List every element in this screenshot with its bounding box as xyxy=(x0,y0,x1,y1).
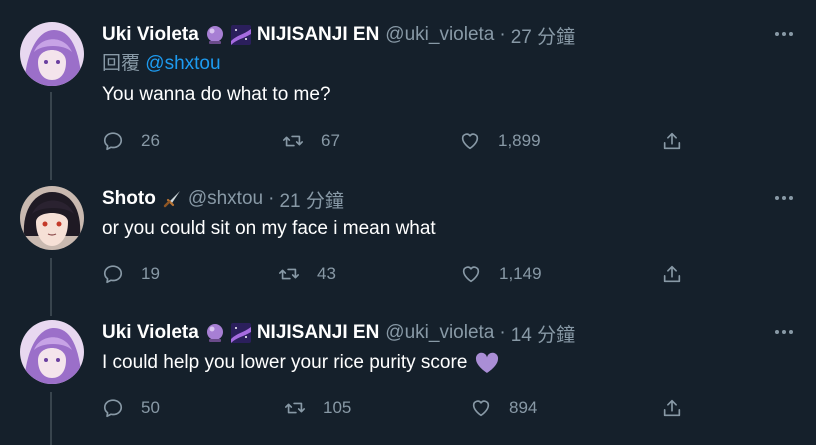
reply-button[interactable]: 50 xyxy=(102,395,160,421)
crystal-ball-icon xyxy=(205,323,225,343)
avatar[interactable] xyxy=(20,320,84,384)
retweet-icon xyxy=(278,263,300,285)
retweet-count: 67 xyxy=(321,131,340,150)
reply-count: 19 xyxy=(141,264,160,283)
thread-line xyxy=(50,258,52,316)
user-handle[interactable]: @shxtou xyxy=(188,188,263,210)
retweet-count: 105 xyxy=(323,398,352,417)
tweet-text: or you could sit on my face i mean what xyxy=(102,218,436,239)
share-button[interactable] xyxy=(661,128,683,154)
reply-mention-link[interactable]: @shxtou xyxy=(145,53,220,74)
more-options-button[interactable] xyxy=(772,322,796,342)
tweet-text-body: I could help you lower your rice purity … xyxy=(102,352,468,373)
like-button[interactable]: 1,899 xyxy=(459,128,541,154)
share-icon xyxy=(661,397,683,419)
share-button[interactable] xyxy=(661,261,683,287)
tweet-header: Uki Violeta NIJISANJI EN @uki_violeta · … xyxy=(102,320,756,346)
thread-line xyxy=(50,392,52,445)
like-count: 894 xyxy=(509,398,538,417)
reply-prefix: 回覆 xyxy=(102,53,141,74)
like-button[interactable]: 894 xyxy=(470,395,537,421)
display-name[interactable]: Uki Violeta xyxy=(102,24,199,46)
reply-button[interactable]: 26 xyxy=(102,128,160,154)
reply-button[interactable]: 19 xyxy=(102,261,160,287)
reply-icon xyxy=(102,130,124,152)
more-options-button[interactable] xyxy=(772,188,796,208)
heart-icon xyxy=(470,397,492,419)
like-button[interactable]: 1,149 xyxy=(460,261,542,287)
tweet-actions: 50 105 894 xyxy=(102,395,722,421)
timestamp[interactable]: 14 分鐘 xyxy=(511,320,575,347)
more-icon xyxy=(775,196,793,200)
reply-count: 26 xyxy=(141,131,160,150)
retweet-button[interactable]: 105 xyxy=(284,395,351,421)
retweet-icon xyxy=(284,397,306,419)
tweet-text: I could help you lower your rice purity … xyxy=(102,350,756,376)
share-button[interactable] xyxy=(661,395,683,421)
separator-dot: · xyxy=(268,188,275,209)
tweet-actions: 19 43 1,149 xyxy=(102,261,722,287)
tweet-actions: 26 67 1,899 xyxy=(102,128,722,154)
user-handle[interactable]: @uki_violeta xyxy=(385,322,494,344)
heart-icon xyxy=(460,263,482,285)
reply-context: 回覆 @shxtou xyxy=(102,52,756,76)
retweet-button[interactable]: 43 xyxy=(278,261,336,287)
timestamp[interactable]: 21 分鐘 xyxy=(279,186,343,213)
tweet-text: You wanna do what to me? xyxy=(102,84,331,105)
dagger-icon xyxy=(162,189,182,209)
separator-dot: · xyxy=(499,322,506,343)
affiliation-label: NIJISANJI EN xyxy=(256,322,380,343)
share-icon xyxy=(661,130,683,152)
timestamp[interactable]: 27 分鐘 xyxy=(511,22,575,49)
milky-way-icon xyxy=(230,323,251,343)
avatar[interactable] xyxy=(20,22,84,86)
tweet-header: Uki Violeta NIJISANJI EN @uki_violeta · … xyxy=(102,22,756,48)
display-name[interactable]: Shoto xyxy=(102,188,156,210)
retweet-button[interactable]: 67 xyxy=(282,128,340,154)
user-handle[interactable]: @uki_violeta xyxy=(385,24,494,46)
affiliation-label: NIJISANJI EN xyxy=(256,24,380,45)
reply-count: 50 xyxy=(141,398,160,417)
like-count: 1,899 xyxy=(498,131,541,150)
tweet-header: Shoto @shxtou · 21 分鐘 xyxy=(102,186,756,212)
retweet-count: 43 xyxy=(317,264,336,283)
purple-heart-icon xyxy=(475,352,499,374)
thread-line xyxy=(50,92,52,180)
more-icon xyxy=(775,32,793,36)
separator-dot: · xyxy=(499,24,506,45)
reply-icon xyxy=(102,397,124,419)
reply-icon xyxy=(102,263,124,285)
more-options-button[interactable] xyxy=(772,24,796,44)
display-name[interactable]: Uki Violeta xyxy=(102,322,199,344)
crystal-ball-icon xyxy=(205,25,225,45)
milky-way-icon xyxy=(230,25,251,45)
like-count: 1,149 xyxy=(499,264,542,283)
more-icon xyxy=(775,330,793,334)
share-icon xyxy=(661,263,683,285)
heart-icon xyxy=(459,130,481,152)
retweet-icon xyxy=(282,130,304,152)
avatar[interactable] xyxy=(20,186,84,250)
